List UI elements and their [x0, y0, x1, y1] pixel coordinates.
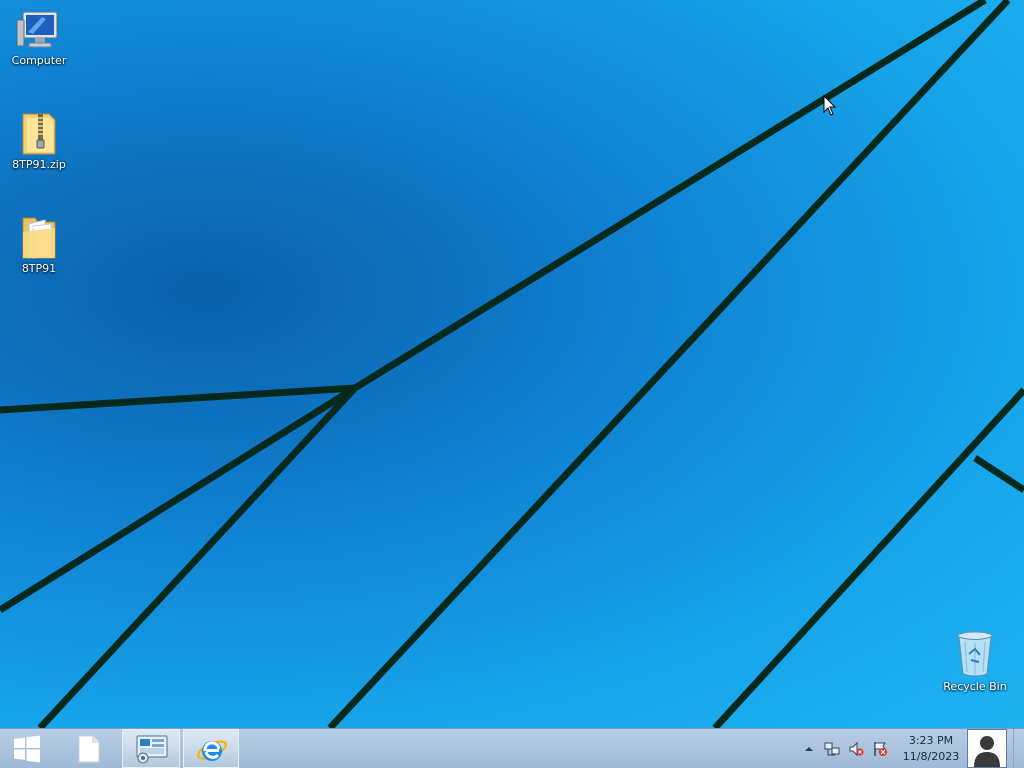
windows-logo-icon — [14, 735, 40, 763]
file-icon — [78, 735, 100, 763]
desktop-icon-label: 8TP91 — [21, 262, 57, 275]
mouse-cursor-icon — [823, 95, 837, 116]
clock-time: 3:23 PM — [908, 734, 954, 747]
desktop-icon-8tp91-folder[interactable]: 8TP91 — [1, 214, 77, 275]
desktop-icon-8tp91-zip[interactable]: 8TP91.zip — [1, 110, 77, 171]
network-icon[interactable] — [824, 741, 840, 757]
desktop-icon-label: 8TP91.zip — [12, 158, 66, 171]
desktop-icon-recycle-bin[interactable]: Recycle Bin — [937, 630, 1013, 693]
server-manager-icon — [136, 735, 168, 764]
computer-icon — [16, 11, 58, 48]
folder-icon — [22, 217, 56, 259]
wallpaper — [0, 0, 1024, 728]
speaker-muted-icon[interactable] — [848, 741, 864, 757]
user-icon — [974, 736, 1000, 767]
clock-date: 11/8/2023 — [902, 750, 960, 763]
taskbar-item-internet-explorer[interactable] — [183, 729, 239, 768]
start-button[interactable] — [0, 729, 56, 768]
desktop-icon-label: Recycle Bin — [943, 680, 1007, 693]
internet-explorer-icon — [196, 740, 228, 761]
recycle-bin-icon — [957, 631, 993, 677]
user-account-button[interactable] — [967, 729, 1007, 768]
zip-folder-icon — [22, 113, 56, 155]
desktop-icon-computer[interactable]: Computer — [1, 10, 77, 67]
clock[interactable]: 3:23 PM 11/8/2023 — [898, 733, 964, 765]
taskbar-item-server-manager[interactable] — [122, 729, 180, 768]
action-center-flag-icon[interactable] — [872, 741, 888, 757]
desktop-icon-label: Computer — [11, 54, 67, 67]
desktop[interactable]: Computer 8TP91.zip 8TP91 Recycle Bin — [0, 0, 1024, 728]
taskbar: 3:23 PM 11/8/2023 — [0, 728, 1024, 768]
show-desktop-button[interactable] — [1013, 729, 1024, 768]
chevron-up-icon[interactable] — [801, 741, 817, 757]
taskbar-item-file[interactable] — [62, 729, 118, 768]
